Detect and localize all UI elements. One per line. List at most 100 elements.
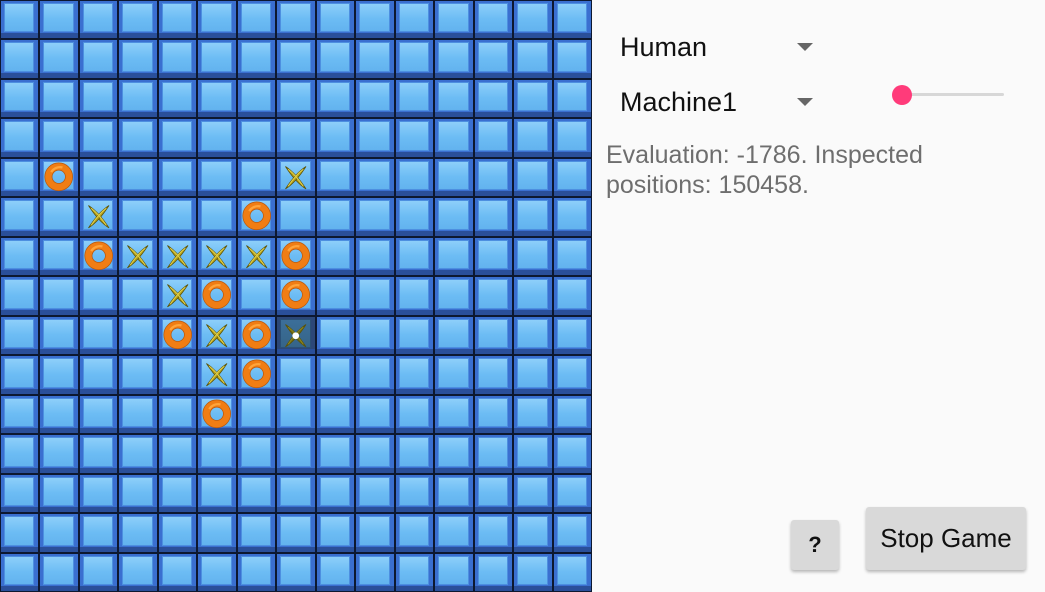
board-cell[interactable] (355, 473, 395, 514)
board-cell[interactable] (197, 434, 237, 474)
board-cell[interactable] (78, 315, 119, 356)
board-cell[interactable] (0, 473, 40, 514)
board-cell[interactable] (355, 315, 395, 356)
board-cell[interactable] (0, 552, 40, 592)
board-cell[interactable] (276, 78, 316, 119)
board-cell[interactable] (197, 0, 237, 40)
board-cell[interactable] (355, 434, 395, 474)
board-cell[interactable] (0, 0, 40, 40)
board-cell[interactable] (236, 118, 277, 158)
board-cell[interactable] (39, 473, 79, 514)
board-cell[interactable] (157, 513, 198, 553)
board-cell[interactable] (0, 157, 40, 198)
board-cell[interactable] (473, 355, 514, 395)
board-cell[interactable] (157, 39, 198, 79)
board-cell[interactable] (394, 118, 435, 158)
board-cell[interactable] (236, 39, 277, 79)
stop-game-button[interactable]: Stop Game (866, 507, 1026, 570)
board-cell[interactable] (39, 434, 79, 474)
board-cell[interactable] (552, 39, 592, 79)
board-cell[interactable] (39, 355, 79, 395)
board-cell[interactable] (513, 78, 553, 119)
board-cell[interactable] (197, 157, 237, 198)
board-cell[interactable] (39, 394, 79, 435)
board-cell[interactable] (513, 552, 553, 592)
board-cell[interactable] (473, 39, 514, 79)
board-cell[interactable] (78, 434, 119, 474)
board-cell[interactable] (78, 513, 119, 553)
board-cell[interactable] (394, 552, 435, 592)
board-cell[interactable] (39, 0, 79, 40)
slider-track[interactable] (902, 93, 1004, 96)
board-cell[interactable] (276, 315, 316, 356)
board-cell[interactable] (0, 39, 40, 79)
board-cell[interactable] (315, 315, 356, 356)
board-cell[interactable] (473, 552, 514, 592)
board-cell[interactable] (394, 39, 435, 79)
board-cell[interactable] (315, 552, 356, 592)
help-button[interactable]: ? (791, 520, 839, 570)
board-cell[interactable] (473, 434, 514, 474)
board-cell[interactable] (78, 39, 119, 79)
board-cell[interactable] (118, 473, 158, 514)
board-cell[interactable] (355, 118, 395, 158)
board-cell[interactable] (552, 552, 592, 592)
board-cell[interactable] (355, 78, 395, 119)
board-cell[interactable] (315, 236, 356, 277)
board-cell[interactable] (513, 118, 553, 158)
board-cell[interactable] (434, 276, 474, 316)
board-cell[interactable] (434, 157, 474, 198)
board-cell[interactable] (315, 394, 356, 435)
board-cell[interactable] (78, 0, 119, 40)
board-cell[interactable] (78, 197, 119, 237)
board-cell[interactable] (434, 197, 474, 237)
board-cell[interactable] (473, 78, 514, 119)
board-cell[interactable] (39, 513, 79, 553)
board-cell[interactable] (513, 355, 553, 395)
board-cell[interactable] (39, 552, 79, 592)
board-cell[interactable] (39, 78, 79, 119)
board-cell[interactable] (276, 157, 316, 198)
board-cell[interactable] (118, 552, 158, 592)
board-cell[interactable] (157, 0, 198, 40)
board-cell[interactable] (0, 78, 40, 119)
board-cell[interactable] (552, 355, 592, 395)
board-cell[interactable] (118, 394, 158, 435)
board-cell[interactable] (157, 157, 198, 198)
board-cell[interactable] (236, 78, 277, 119)
board-cell[interactable] (118, 434, 158, 474)
board-cell[interactable] (236, 434, 277, 474)
board-cell[interactable] (39, 236, 79, 277)
board-cell[interactable] (118, 197, 158, 237)
board-cell[interactable] (355, 236, 395, 277)
board-cell[interactable] (0, 197, 40, 237)
board-cell[interactable] (394, 394, 435, 435)
board-cell[interactable] (315, 434, 356, 474)
board-cell[interactable] (39, 157, 79, 198)
board-cell[interactable] (39, 276, 79, 316)
board-cell[interactable] (513, 197, 553, 237)
board-cell[interactable] (315, 39, 356, 79)
board-cell[interactable] (197, 39, 237, 79)
board-cell[interactable] (197, 118, 237, 158)
board-cell[interactable] (0, 355, 40, 395)
board-cell[interactable] (434, 552, 474, 592)
board-cell[interactable] (197, 552, 237, 592)
board-cell[interactable] (276, 434, 316, 474)
board-cell[interactable] (394, 197, 435, 237)
board-cell[interactable] (315, 355, 356, 395)
board-cell[interactable] (394, 157, 435, 198)
board-cell[interactable] (434, 473, 474, 514)
board-cell[interactable] (434, 434, 474, 474)
board-cell[interactable] (473, 197, 514, 237)
board-cell[interactable] (0, 513, 40, 553)
board-cell[interactable] (355, 276, 395, 316)
board-cell[interactable] (157, 78, 198, 119)
board-cell[interactable] (118, 513, 158, 553)
board-cell[interactable] (276, 394, 316, 435)
board-cell[interactable] (513, 394, 553, 435)
board-cell[interactable] (394, 434, 435, 474)
board-cell[interactable] (434, 394, 474, 435)
board-cell[interactable] (394, 0, 435, 40)
board-cell[interactable] (236, 157, 277, 198)
